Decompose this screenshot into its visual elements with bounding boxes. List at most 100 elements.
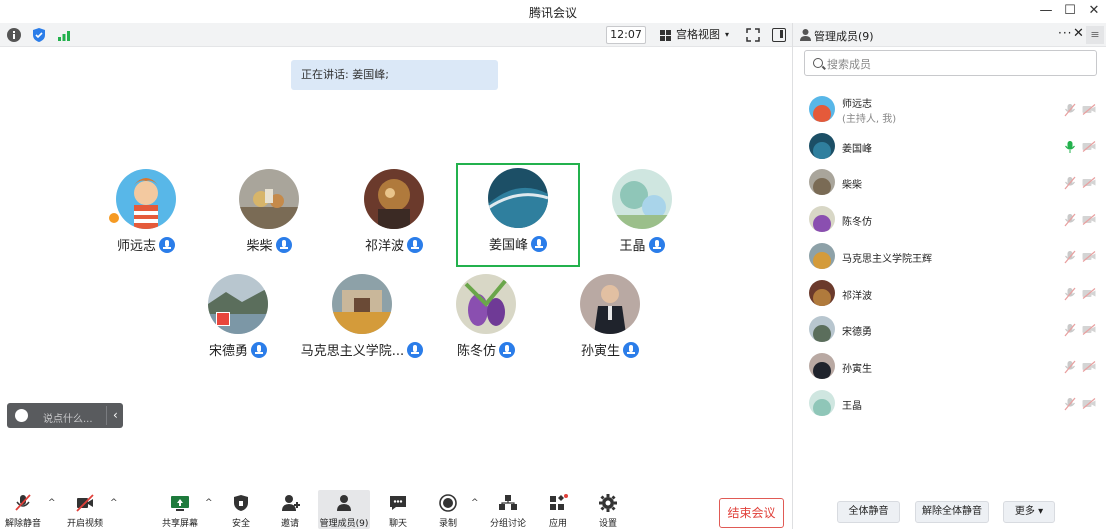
member-search-input[interactable]: 搜索成员 <box>804 50 1097 76</box>
meeting-clock: 12:07 <box>606 26 646 44</box>
mic-muted-icon[interactable] <box>1064 287 1076 301</box>
breakout-rooms-button[interactable]: 分组讨论 <box>485 490 531 529</box>
person-icon <box>800 29 811 41</box>
participant-tile[interactable]: 孙寅生 <box>548 270 672 374</box>
share-screen-button[interactable]: 共享屏幕 <box>157 490 203 529</box>
mic-icon <box>648 237 665 253</box>
avatar <box>364 169 424 229</box>
mic-muted-icon[interactable] <box>1064 360 1076 374</box>
mic-muted-icon[interactable] <box>1064 103 1076 117</box>
member-name: 王晶 <box>842 401 862 412</box>
manage-members-button[interactable]: 管理成员(9) <box>318 490 370 529</box>
share-options-caret[interactable]: ^ <box>205 498 213 508</box>
avatar <box>488 168 548 228</box>
participant-name: 王晶 <box>550 235 734 254</box>
info-icon[interactable] <box>6 27 22 43</box>
gear-icon <box>599 494 617 512</box>
mic-icon <box>407 237 423 253</box>
unmute-all-button[interactable]: 解除全体静音 <box>915 501 989 523</box>
mute-button[interactable]: 解除静音 <box>0 490 46 529</box>
member-row[interactable]: 马克思主义学院王辉 <box>793 240 1106 274</box>
mic-icon <box>623 342 639 358</box>
mic-muted-icon[interactable] <box>1064 213 1076 227</box>
mic-muted-icon[interactable] <box>1064 250 1076 264</box>
mic-icon <box>499 342 515 358</box>
chat-button[interactable]: 聊天 <box>375 490 421 529</box>
more-options-icon[interactable]: ··· <box>1058 26 1072 40</box>
mic-on-icon[interactable] <box>1064 140 1076 154</box>
speaking-indicator: 正在讲话: 姜国峰; <box>291 60 498 90</box>
more-button[interactable]: 更多 ▾ <box>1003 501 1055 523</box>
mute-all-button[interactable]: 全体静音 <box>837 501 900 523</box>
member-row[interactable]: 孙寅生 <box>793 350 1106 384</box>
mic-muted-icon <box>15 494 31 511</box>
avatar <box>809 316 835 342</box>
video-off-icon[interactable] <box>1082 177 1096 188</box>
member-name: 柴柴 <box>842 180 862 191</box>
member-row[interactable]: 柴柴 <box>793 166 1106 200</box>
toggle-panel-icon[interactable] <box>772 28 786 42</box>
chevron-down-icon: ▾ <box>725 30 730 39</box>
member-role: (主持人, 我) <box>842 114 897 125</box>
mic-muted-icon[interactable] <box>1064 323 1076 337</box>
avatar <box>809 133 835 159</box>
participant-tile[interactable]: 祁洋波 <box>332 165 456 269</box>
search-icon <box>813 58 823 68</box>
member-row[interactable]: 祁洋波 <box>793 277 1106 311</box>
member-row[interactable]: 姜国峰 <box>793 130 1106 164</box>
security-button[interactable]: 安全 <box>218 490 264 529</box>
title-bar: 腾讯会议 — ☐ ✕ <box>0 0 1106 23</box>
video-off-icon[interactable] <box>1082 104 1096 115</box>
video-off-icon[interactable] <box>1082 361 1096 372</box>
window-title: 腾讯会议 <box>528 6 577 20</box>
avatar <box>809 280 835 306</box>
member-row[interactable]: 王晶 <box>793 387 1106 421</box>
member-row[interactable]: 陈冬仿 <box>793 203 1106 237</box>
signal-icon <box>58 31 70 41</box>
view-mode-dropdown[interactable]: 宫格视图 ▾ <box>656 26 736 44</box>
record-options-caret[interactable]: ^ <box>471 498 479 508</box>
menu-icon[interactable]: ≡ <box>1086 26 1104 44</box>
video-off-icon[interactable] <box>1082 288 1096 299</box>
settings-button[interactable]: 设置 <box>585 490 631 529</box>
member-row[interactable]: 师远志 (主持人, 我) <box>793 93 1106 127</box>
avatar <box>809 169 835 195</box>
video-button[interactable]: 开启视频 <box>62 490 108 529</box>
mute-options-caret[interactable]: ^ <box>48 498 56 508</box>
chat-icon <box>390 496 406 510</box>
participant-tile[interactable]: 王晶 <box>580 165 704 269</box>
mic-muted-icon[interactable] <box>1064 397 1076 411</box>
video-off-icon[interactable] <box>1082 141 1096 152</box>
chat-placeholder: 说点什么... <box>43 414 93 425</box>
end-meeting-button[interactable]: 结束会议 <box>719 498 784 528</box>
chat-input-pill[interactable]: 说点什么... ‹ <box>7 403 123 428</box>
avatar <box>809 206 835 232</box>
apps-button[interactable]: 应用 <box>535 490 581 529</box>
member-row[interactable]: 宋德勇 <box>793 313 1106 347</box>
maximize-button[interactable]: ☐ <box>1059 2 1081 20</box>
close-icon[interactable]: ✕ <box>1073 26 1084 41</box>
mic-icon <box>159 237 175 253</box>
shield-icon <box>234 495 248 511</box>
avatar <box>809 390 835 416</box>
participant-name: 孙寅生 <box>518 340 702 359</box>
record-icon <box>439 494 457 512</box>
fullscreen-icon[interactable] <box>746 28 760 42</box>
close-window-button[interactable]: ✕ <box>1083 2 1105 20</box>
avatar <box>332 274 392 334</box>
shield-icon[interactable] <box>31 27 47 43</box>
video-options-caret[interactable]: ^ <box>110 498 118 508</box>
video-off-icon[interactable] <box>1082 251 1096 262</box>
record-button[interactable]: 录制 <box>425 490 471 529</box>
invite-button[interactable]: 邀请 <box>267 490 313 529</box>
collapse-chevron-icon[interactable]: ‹ <box>113 408 118 422</box>
video-off-icon[interactable] <box>1082 398 1096 409</box>
video-off-icon[interactable] <box>1082 324 1096 335</box>
video-off-icon[interactable] <box>1082 214 1096 225</box>
emoji-icon[interactable] <box>15 409 28 422</box>
member-name: 宋德勇 <box>842 327 872 338</box>
search-placeholder: 搜索成员 <box>827 58 871 71</box>
meeting-toolbar: 12:07 宫格视图 ▾ <box>0 23 792 47</box>
minimize-button[interactable]: — <box>1035 2 1057 20</box>
mic-muted-icon[interactable] <box>1064 176 1076 190</box>
